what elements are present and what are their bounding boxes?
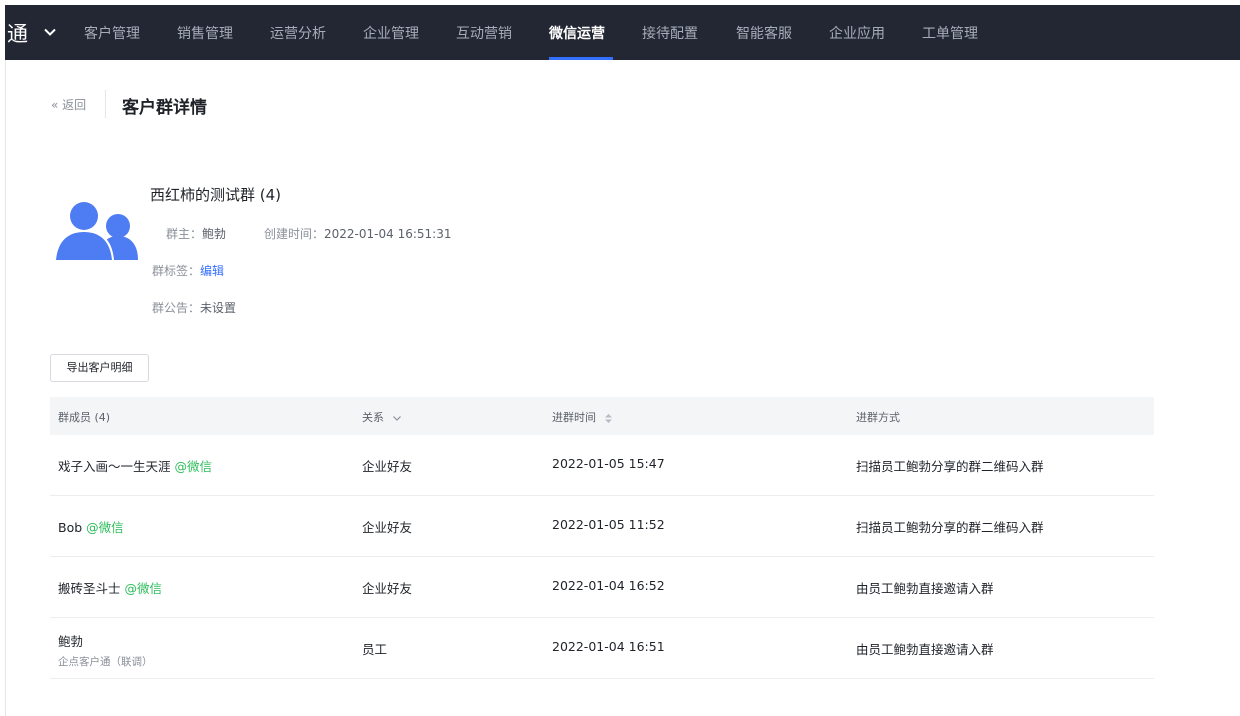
- edit-tags-link[interactable]: 编辑: [200, 264, 224, 278]
- wechat-tag[interactable]: @微信: [125, 581, 163, 596]
- nav-item-marketing[interactable]: 互动营销: [456, 23, 512, 43]
- active-tab-indicator: [549, 57, 613, 60]
- owner-label: 群主：: [166, 227, 203, 241]
- notice-value: 未设置: [200, 301, 237, 315]
- join-method-cell: 扫描员工鲍勃分享的群二维码入群: [856, 459, 1044, 474]
- join-time-cell: 2022-01-04 16:51: [552, 639, 665, 654]
- owner-value: 鲍勃: [202, 227, 227, 241]
- table-row: 搬砖圣斗士 @微信 企业好友 2022-01-04 16:52 由员工鲍勃直接邀…: [50, 557, 1154, 618]
- join-method-cell: 由员工鲍勃直接邀请入群: [856, 581, 994, 596]
- member-name: Bob: [58, 520, 83, 535]
- col-header-join-method: 进群方式: [856, 411, 900, 424]
- table-row: 鲍勃 企点客户通（联调） 员工 2022-01-04 16:51 由员工鲍勃直接…: [50, 618, 1154, 679]
- table-row: 戏子入画～一生天涯 @微信 企业好友 2022-01-05 15:47 扫描员工…: [50, 435, 1154, 496]
- join-time-cell: 2022-01-05 15:47: [552, 456, 665, 471]
- nav-item-tickets[interactable]: 工单管理: [922, 23, 978, 43]
- tags-label: 群标签：: [152, 264, 201, 278]
- join-method-cell: 由员工鲍勃直接邀请入群: [856, 642, 994, 657]
- created-label: 创建时间：: [264, 227, 325, 241]
- col-header-join-time[interactable]: 进群时间: [552, 409, 613, 425]
- nav-item-sales[interactable]: 销售管理: [177, 23, 233, 43]
- created-value: 2022-01-04 16:51:31: [324, 227, 452, 241]
- wechat-tag[interactable]: @微信: [86, 520, 124, 535]
- member-name: 鲍勃: [58, 634, 84, 649]
- group-notice-row: 群公告：未设置: [152, 299, 236, 316]
- nav-item-customer[interactable]: 客户管理: [84, 23, 140, 43]
- col-header-relation[interactable]: 关系: [362, 409, 402, 425]
- member-name: 戏子入画～一生天涯: [58, 459, 171, 474]
- wechat-tag[interactable]: @微信: [175, 459, 213, 474]
- group-owner-row: 群主：鲍勃: [166, 225, 226, 242]
- join-method-cell: 扫描员工鲍勃分享的群二维码入群: [856, 520, 1044, 535]
- col-header-join-time-label: 进群时间: [552, 411, 596, 424]
- relation-cell: 企业好友: [362, 459, 413, 474]
- member-company: 企点客户通（联调）: [58, 656, 153, 668]
- relation-cell: 企业好友: [362, 520, 413, 535]
- col-header-relation-label: 关系: [362, 411, 384, 424]
- nav-item-smart-service[interactable]: 智能客服: [736, 23, 792, 43]
- members-table: 群成员 (4) 关系 进群时间 进群方式 戏子入画～一生天涯 @微信 企业好友 …: [50, 397, 1154, 679]
- brand-logo[interactable]: 通: [7, 18, 28, 48]
- header-divider: [105, 90, 106, 118]
- member-cell: 搬砖圣斗士 @微信: [58, 578, 162, 597]
- top-nav: 通 客户管理 销售管理 运营分析 企业管理 互动营销 微信运营 接待配置 智能客…: [5, 5, 1240, 60]
- sort-icon[interactable]: [604, 413, 613, 424]
- member-cell: 戏子入画～一生天涯 @微信: [58, 456, 212, 475]
- join-time-cell: 2022-01-04 16:52: [552, 578, 665, 593]
- member-cell: Bob @微信: [58, 517, 124, 536]
- table-header: 群成员 (4) 关系 进群时间 进群方式: [50, 397, 1154, 435]
- member-name: 搬砖圣斗士: [58, 581, 121, 596]
- export-customers-button[interactable]: 导出客户明细: [50, 354, 149, 382]
- group-tags-row: 群标签：编辑: [152, 262, 224, 279]
- nav-item-wechat-ops[interactable]: 微信运营: [549, 23, 605, 43]
- relation-cell: 企业好友: [362, 581, 413, 596]
- filter-chevron-icon[interactable]: [392, 413, 402, 423]
- notice-label: 群公告：: [152, 301, 201, 315]
- nav-item-enterprise-apps[interactable]: 企业应用: [829, 23, 885, 43]
- join-time-cell: 2022-01-05 11:52: [552, 517, 665, 532]
- nav-item-enterprise[interactable]: 企业管理: [363, 23, 419, 43]
- back-link[interactable]: « 返回: [51, 96, 86, 113]
- group-created-row: 创建时间：2022-01-04 16:51:31: [264, 225, 451, 242]
- group-avatar-icon: [54, 200, 138, 260]
- page-border: [5, 60, 6, 716]
- nav-item-reception[interactable]: 接待配置: [642, 23, 698, 43]
- table-row: Bob @微信 企业好友 2022-01-05 11:52 扫描员工鲍勃分享的群…: [50, 496, 1154, 557]
- relation-cell: 员工: [362, 642, 388, 657]
- page-title: 客户群详情: [122, 98, 207, 118]
- member-cell: 鲍勃 企点客户通（联调）: [58, 631, 153, 669]
- chevron-down-icon[interactable]: [43, 25, 57, 39]
- col-header-member: 群成员 (4): [58, 411, 111, 424]
- group-name: 西红柿的测试群 (4): [150, 186, 282, 204]
- nav-item-analytics[interactable]: 运营分析: [270, 23, 326, 43]
